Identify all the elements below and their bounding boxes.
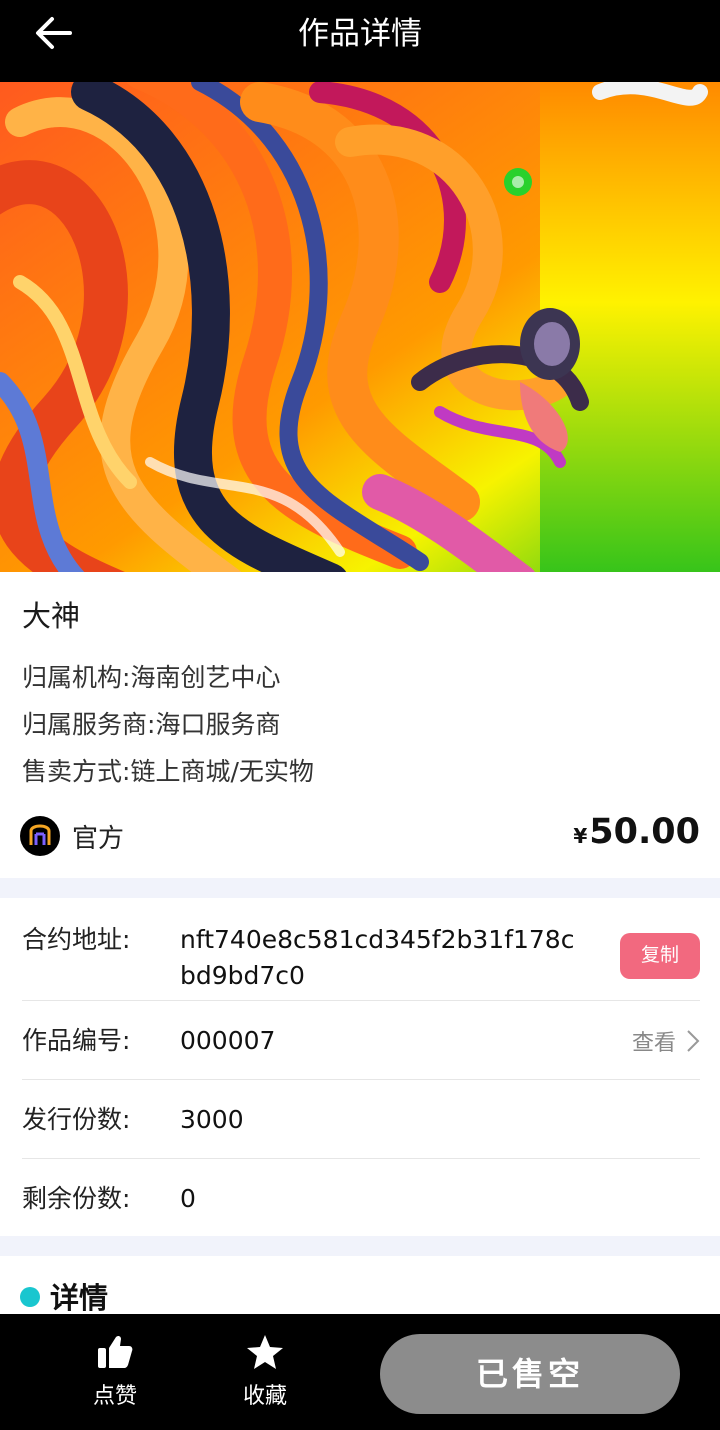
copy-button[interactable]: 复制 bbox=[620, 933, 700, 979]
provider-value: 海口服务商 bbox=[155, 710, 281, 739]
artwork-details-card: 合约地址: nft740e8c581cd345f2b31f178cbd9bd7c… bbox=[0, 898, 720, 1236]
remaining-count-value: 0 bbox=[180, 1184, 196, 1213]
remaining-count-row: 剩余份数: 0 bbox=[22, 1159, 700, 1236]
issued-count-label: 发行份数: bbox=[22, 1105, 131, 1134]
star-icon bbox=[247, 1335, 283, 1369]
like-label: 点赞 bbox=[92, 1384, 137, 1409]
price-value: 50.00 bbox=[589, 812, 700, 852]
chevron-right-icon bbox=[687, 1030, 700, 1052]
work-number-row: 作品编号: 000007 查看 bbox=[22, 1001, 700, 1080]
remaining-count-label: 剩余份数: bbox=[22, 1184, 131, 1213]
top-nav-bar: 作品详情 bbox=[0, 0, 720, 82]
section-dot bbox=[20, 1287, 40, 1307]
favorite-label: 收藏 bbox=[242, 1384, 287, 1409]
sale-method-row: 售卖方式:链上商城/无实物 bbox=[22, 754, 314, 790]
creator[interactable]: 官方 bbox=[20, 815, 124, 857]
artwork-info-card: 大神 归属机构:海南创艺中心 归属服务商:海口服务商 售卖方式:链上商城/无实物… bbox=[0, 572, 720, 878]
issued-count-value: 3000 bbox=[180, 1105, 244, 1134]
thumbs-up-icon bbox=[98, 1335, 133, 1368]
provider-row: 归属服务商:海口服务商 bbox=[22, 707, 280, 743]
sale-method-label: 售卖方式: bbox=[22, 757, 131, 786]
creator-avatar bbox=[20, 816, 60, 856]
view-link[interactable]: 查看 bbox=[632, 1025, 700, 1057]
sale-method-value: 链上商城/无实物 bbox=[130, 757, 314, 786]
section-title: 详情 bbox=[50, 1281, 109, 1315]
contract-address-row: 合约地址: nft740e8c581cd345f2b31f178cbd9bd7c… bbox=[22, 898, 700, 1001]
bottom-action-bar: 点赞 收藏 已售空 bbox=[0, 1314, 720, 1430]
contract-address-label: 合约地址: bbox=[22, 925, 131, 954]
contract-address-value: nft740e8c581cd345f2b31f178cbd9bd7c0 bbox=[180, 925, 575, 990]
sold-out-button[interactable]: 已售空 bbox=[380, 1334, 680, 1414]
like-button[interactable]: 点赞 bbox=[65, 1334, 165, 1410]
provider-label: 归属服务商: bbox=[22, 710, 156, 739]
creator-name: 官方 bbox=[72, 823, 125, 854]
work-number-label: 作品编号: bbox=[22, 1026, 131, 1055]
view-label: 查看 bbox=[631, 1031, 676, 1056]
page-title: 作品详情 bbox=[298, 16, 422, 52]
artwork-name: 大神 bbox=[22, 599, 81, 633]
institution-label: 归属机构: bbox=[22, 663, 131, 692]
favorite-button[interactable]: 收藏 bbox=[215, 1334, 315, 1410]
issued-count-row: 发行份数: 3000 bbox=[22, 1080, 700, 1159]
details-section-header: 详情 bbox=[0, 1256, 720, 1316]
nft-artwork-image bbox=[0, 82, 720, 572]
price: ¥ 50.00 bbox=[573, 812, 700, 858]
institution-row: 归属机构:海南创艺中心 bbox=[22, 660, 280, 696]
institution-value: 海南创艺中心 bbox=[130, 663, 281, 692]
creator-logo-icon bbox=[29, 824, 51, 845]
currency-symbol: ¥ bbox=[573, 824, 588, 848]
work-number-value: 000007 bbox=[180, 1026, 276, 1055]
